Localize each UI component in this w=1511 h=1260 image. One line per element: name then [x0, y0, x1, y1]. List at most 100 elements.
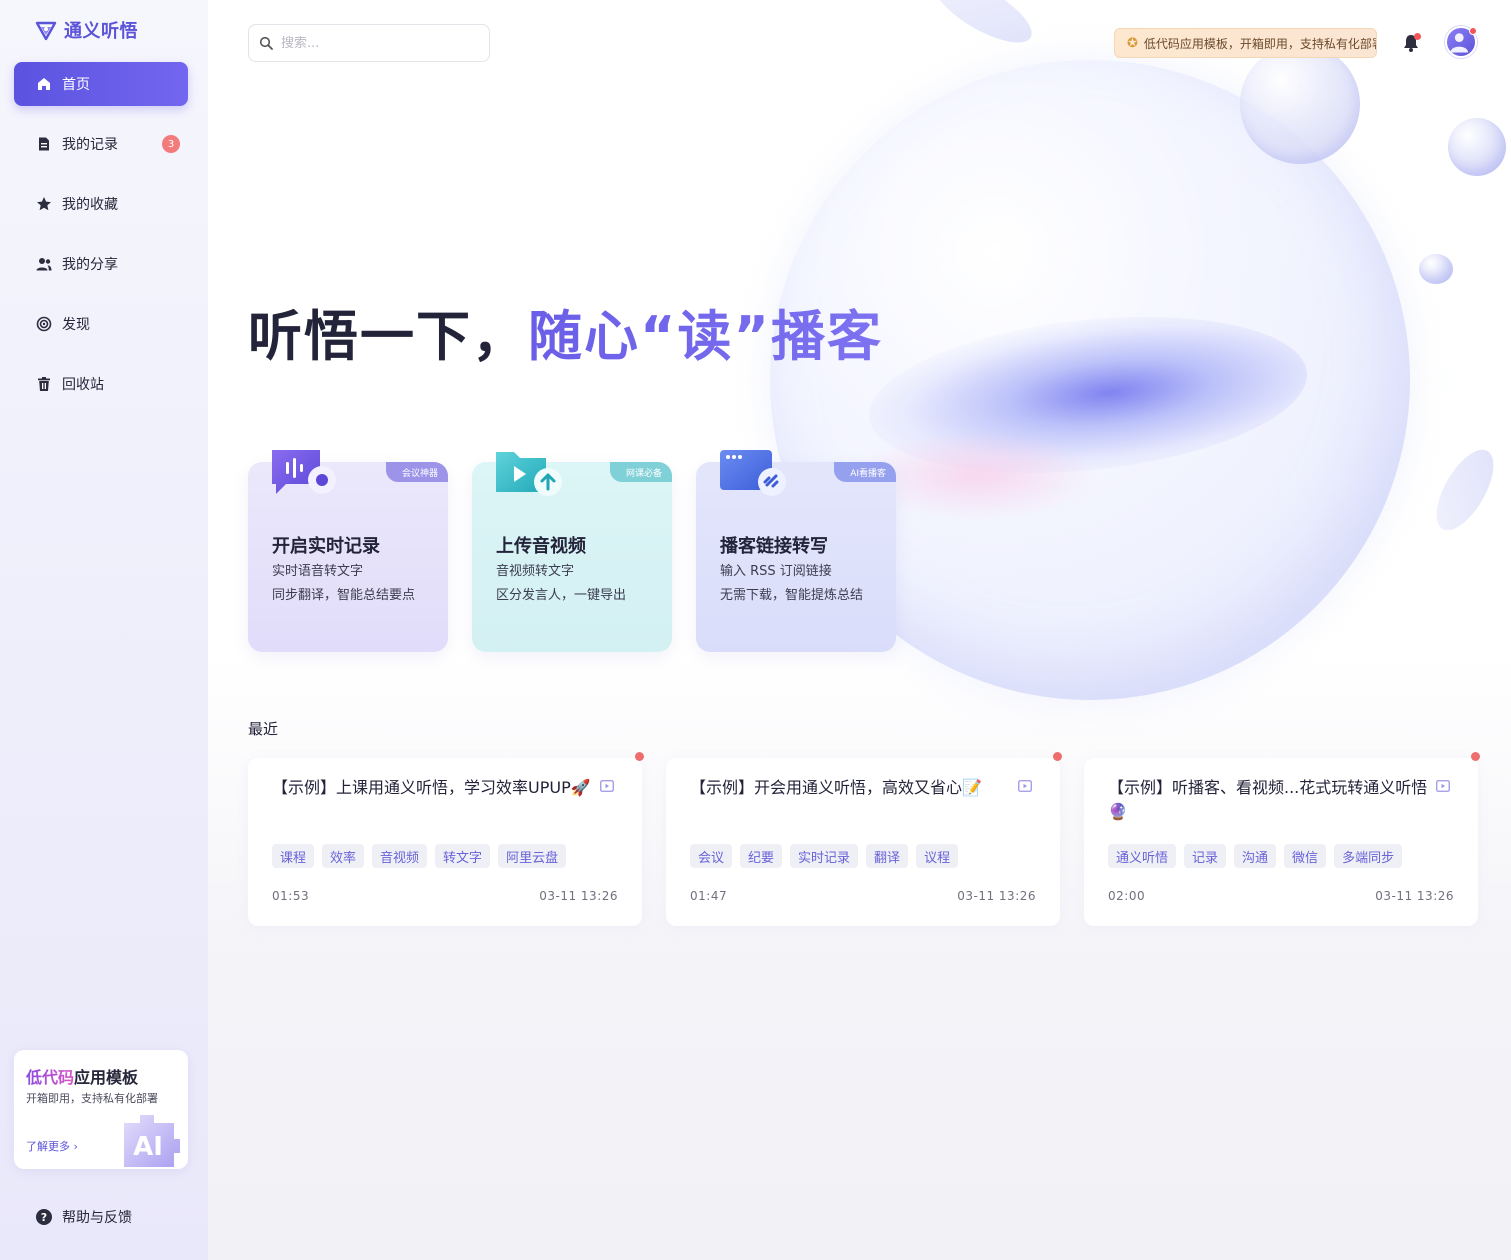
search-icon [259, 36, 273, 50]
low-code-template-promo[interactable]: 低代码应用模板 开箱即用，支持私有化部署 了解更多 › AI [14, 1050, 188, 1169]
card-tag: 网课必备 [609, 462, 672, 482]
card-title: 开启实时记录 [272, 536, 380, 557]
star-icon [36, 196, 52, 212]
hero-prefix: 听悟一下， [248, 305, 528, 368]
recent-item[interactable]: 【示例】听播客、看视频...花式玩转通义听悟🔮 通义听悟 记录 沟通 微信 多端… [1084, 752, 1480, 926]
tag[interactable]: 纪要 [740, 844, 783, 868]
hero-accent: 随心“读”播客 [528, 305, 883, 368]
records-count-badge: 3 [162, 135, 180, 153]
decorative-droplet [1419, 254, 1453, 284]
search-input[interactable] [281, 35, 471, 51]
sidebar-item-home[interactable]: 首页 [14, 62, 188, 106]
sidebar-item-label: 我的分享 [62, 257, 118, 273]
tag[interactable]: 转文字 [435, 844, 491, 868]
notification-button[interactable] [1401, 33, 1421, 53]
card-description: 区分发言人，一键导出 [496, 588, 627, 603]
recent-item[interactable]: 【示例】开会用通义听悟，高效又省心📝 会议 纪要 实时记录 翻译 议程 01:4… [666, 752, 1062, 926]
decorative-sliver [925, 0, 1041, 55]
duration: 02:00 [1108, 889, 1146, 903]
tag[interactable]: 多端同步 [1334, 844, 1403, 868]
card-description: 输入 RSS 订阅链接 [720, 564, 832, 579]
users-icon [36, 256, 52, 272]
tag-list: 会议 纪要 实时记录 翻译 议程 [690, 844, 959, 868]
recent-list: 【示例】上课用通义听悟，学习效率UPUP🚀 课程 效率 音视频 转文字 阿里云盘… [248, 752, 1480, 926]
tag[interactable]: 微信 [1284, 844, 1327, 868]
help-icon: ? [36, 1209, 52, 1225]
decorative-droplet [1240, 44, 1360, 164]
promo-subtitle: 开箱即用，支持私有化部署 [26, 1092, 158, 1105]
podcast-link-card[interactable]: AI看播客 播客链接转写 输入 RSS 订阅链接 无需下载，智能提炼总结 [696, 450, 896, 652]
tag-list: 课程 效率 音视频 转文字 阿里云盘 [272, 844, 567, 868]
card-title: 播客链接转写 [720, 536, 828, 557]
timestamp: 03-11 13:26 [1375, 889, 1454, 903]
tag[interactable]: 通义听悟 [1108, 844, 1177, 868]
sidebar-item-my-records[interactable]: 我的记录 3 [14, 122, 188, 166]
decorative-droplet [1448, 118, 1506, 176]
recent-item[interactable]: 【示例】上课用通义听悟，学习效率UPUP🚀 课程 效率 音视频 转文字 阿里云盘… [248, 752, 644, 926]
duration: 01:53 [272, 889, 310, 903]
card-description: 音视频转文字 [496, 564, 575, 579]
recent-section-title: 最近 [248, 720, 279, 738]
promo-ai-text: AI [133, 1132, 163, 1162]
avatar-status-dot [1469, 27, 1477, 35]
tag[interactable]: 沟通 [1234, 844, 1277, 868]
hero-headline: 听悟一下，随心“读”播客 [248, 292, 883, 371]
search-box[interactable] [248, 24, 490, 62]
sidebar-item-trash[interactable]: 回收站 [14, 362, 188, 406]
timestamp: 03-11 13:26 [957, 889, 1036, 903]
sidebar-item-label: 回收站 [62, 377, 104, 393]
announcement-banner[interactable]: ✪ 低代码应用模板，开箱即用，支持私有化部署 [1114, 28, 1377, 58]
help-label: 帮助与反馈 [62, 1210, 132, 1226]
document-icon [36, 136, 52, 152]
card-tag: AI看播客 [834, 462, 896, 482]
sidebar-item-shares[interactable]: 我的分享 [14, 242, 188, 286]
tag[interactable]: 实时记录 [790, 844, 859, 868]
card-title: 上传音视频 [496, 536, 586, 557]
tag[interactable]: 阿里云盘 [498, 844, 567, 868]
discover-icon [36, 316, 52, 332]
tag[interactable]: 音视频 [372, 844, 428, 868]
badge-icon: ✪ [1127, 35, 1138, 51]
duration: 01:47 [690, 889, 728, 903]
card-description: 同步翻译，智能总结要点 [272, 588, 416, 603]
sidebar-item-favorites[interactable]: 我的收藏 [14, 182, 188, 226]
promo-title-rest: 应用模板 [74, 1068, 139, 1087]
recent-item-title: 【示例】听播客、看视频...花式玩转通义听悟🔮 [1108, 778, 1428, 821]
tag[interactable]: 议程 [916, 844, 959, 868]
trash-icon [36, 376, 52, 392]
sidebar-item-label: 首页 [62, 77, 90, 93]
feature-cards: 会议神器 开启实时记录 实时语音转文字 同步翻译，智能总结要点 网课必备 上传音… [248, 450, 896, 652]
card-description: 无需下载，智能提炼总结 [720, 588, 864, 603]
notification-dot [1414, 33, 1421, 40]
tag[interactable]: 翻译 [866, 844, 909, 868]
sidebar-item-discover[interactable]: 发现 [14, 302, 188, 346]
video-icon [600, 780, 614, 792]
tag[interactable]: 会议 [690, 844, 733, 868]
sidebar-item-label: 发现 [62, 317, 90, 333]
unread-dot [635, 752, 644, 761]
promo-title: 低代码应用模板 [26, 1064, 138, 1088]
tag-list: 通义听悟 记录 沟通 微信 多端同步 [1108, 844, 1403, 868]
upload-video-icon [496, 452, 562, 496]
help-feedback-button[interactable]: ? 帮助与反馈 [36, 1207, 132, 1227]
tingwu-logo-icon [34, 18, 58, 42]
promo-learn-more-link[interactable]: 了解更多 › [26, 1138, 78, 1154]
link-window-icon [720, 450, 786, 496]
microphone-chat-icon [272, 450, 336, 494]
unread-dot [1471, 752, 1480, 761]
ai-puzzle-illustration: AI [124, 1115, 180, 1167]
app-logo[interactable]: 通义听悟 [34, 16, 138, 44]
upload-media-card[interactable]: 网课必备 上传音视频 音视频转文字 区分发言人，一键导出 [472, 452, 672, 652]
recent-item-title: 【示例】上课用通义听悟，学习效率UPUP🚀 [272, 778, 591, 797]
tag[interactable]: 效率 [322, 844, 365, 868]
unread-dot [1053, 752, 1062, 761]
sidebar-item-label: 我的记录 [62, 137, 118, 153]
app-name: 通义听悟 [64, 21, 138, 42]
card-description: 实时语音转文字 [272, 564, 364, 579]
main-content: ✪ 低代码应用模板，开箱即用，支持私有化部署 听悟一下，随心“读”播客 会议神器 [208, 0, 1511, 1260]
sidebar-nav: 首页 我的记录 3 我的收藏 我的分享 发现 回收站 [14, 62, 188, 422]
realtime-record-card[interactable]: 会议神器 开启实时记录 实时语音转文字 同步翻译，智能总结要点 [248, 450, 448, 652]
tag[interactable]: 记录 [1184, 844, 1227, 868]
tag[interactable]: 课程 [272, 844, 315, 868]
card-tag: 会议神器 [385, 462, 448, 482]
